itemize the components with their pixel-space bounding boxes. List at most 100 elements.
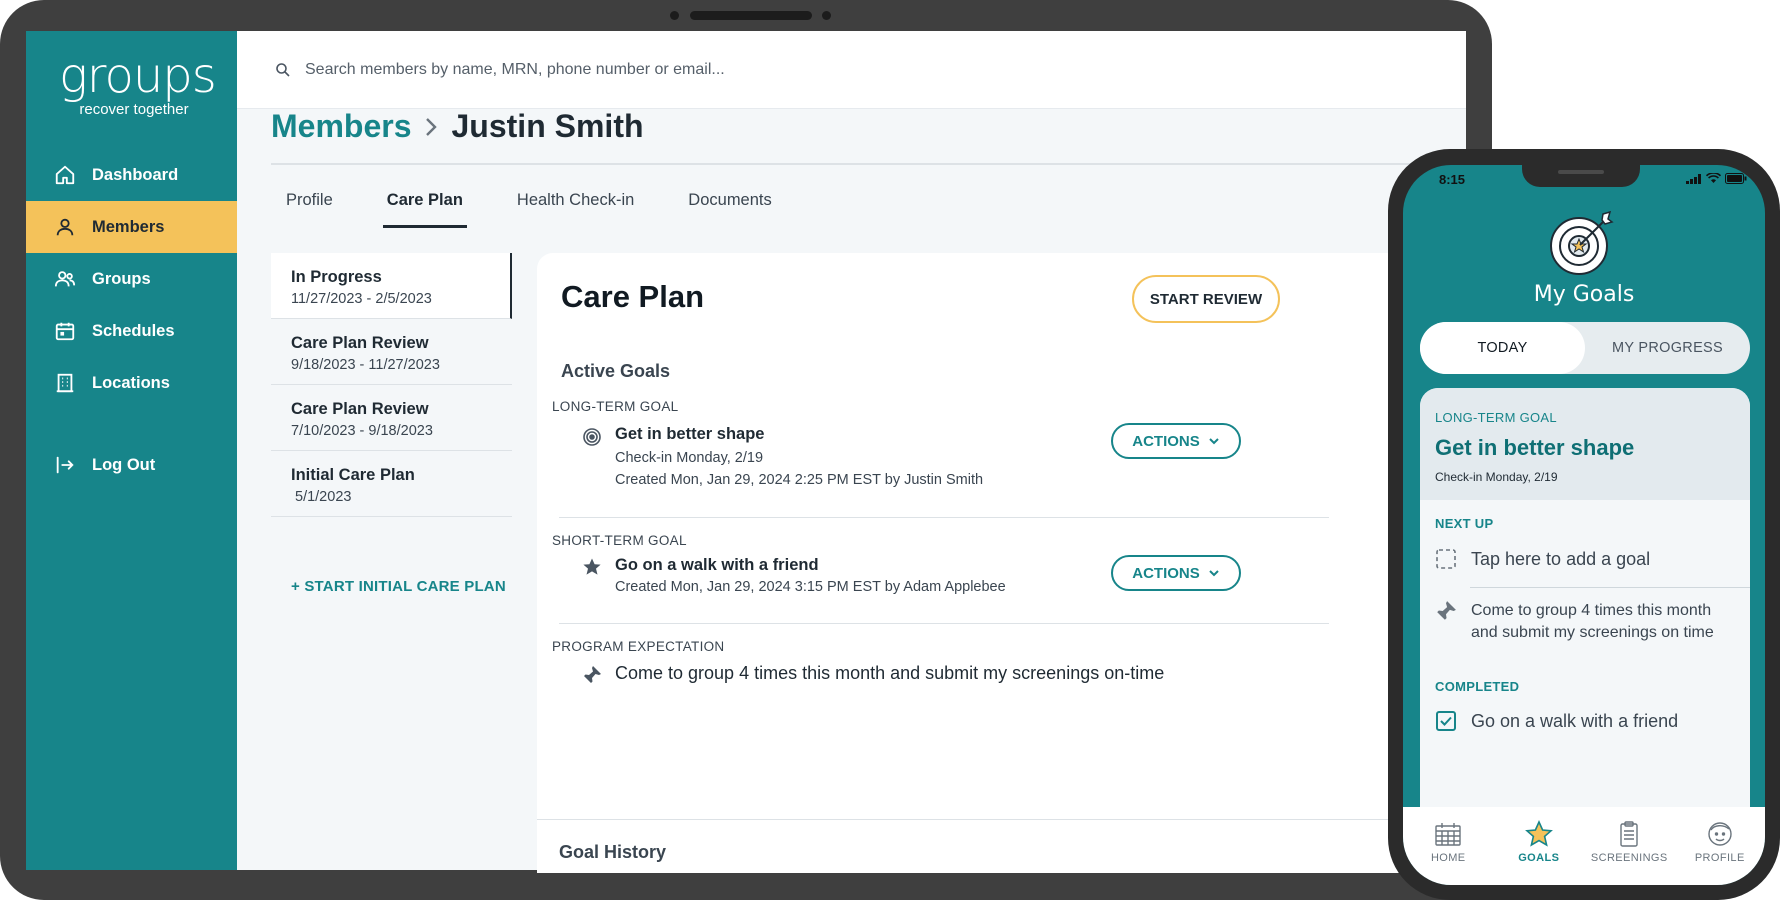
history-dates: 9/18/2023 - 11/27/2023 xyxy=(291,357,440,373)
short-term-goal-label: SHORT-TERM GOAL xyxy=(552,533,687,548)
expectation-text: Come to group 4 times this month and sub… xyxy=(1471,602,1714,641)
completed-goal-text: Go on a walk with a friend xyxy=(1471,711,1679,731)
expectation-row: Come to group 4 times this month and sub… xyxy=(1435,600,1735,644)
add-goal-row[interactable]: Tap here to add a goal xyxy=(1435,548,1650,570)
users-icon xyxy=(54,271,76,287)
signal-icon xyxy=(1686,173,1701,184)
sidebar-item-label: Groups xyxy=(92,269,151,288)
tab-health-check-in[interactable]: Health Check-in xyxy=(502,186,649,228)
building-icon xyxy=(56,373,74,393)
tab-home[interactable]: HOME xyxy=(1403,807,1494,885)
face-icon xyxy=(1708,822,1732,846)
tab-label: HOME xyxy=(1430,852,1466,864)
long-term-goal-title: Get in better shape xyxy=(615,425,765,443)
sidebar-item-label: Members xyxy=(92,217,165,236)
home-icon xyxy=(55,165,75,185)
history-title: In Progress xyxy=(291,268,382,286)
sidebar-item-groups[interactable]: Groups xyxy=(26,253,237,305)
long-term-goal-checkin: Check-in Monday, 2/19 xyxy=(1435,470,1558,484)
tab-documents[interactable]: Documents xyxy=(673,186,786,228)
program-expectation-label: PROGRAM EXPECTATION xyxy=(552,639,725,654)
segment-my-progress[interactable]: MY PROGRESS xyxy=(1585,322,1750,374)
logo-wordmark: groups xyxy=(59,48,217,104)
history-dates: 7/10/2023 - 9/18/2023 xyxy=(291,423,433,439)
mobile-app-screen: 8:15 My Goals TODAY MY PROGRESS LONG-TER… xyxy=(1403,165,1765,885)
long-term-actions-button[interactable]: ACTIONS xyxy=(1111,423,1241,459)
speaker-bar xyxy=(1558,170,1604,174)
my-goals-title: My Goals xyxy=(1533,282,1635,307)
tab-label: PROFILE xyxy=(1694,852,1745,864)
search-input[interactable] xyxy=(305,60,1005,79)
completed-goal-row[interactable]: Go on a walk with a friend xyxy=(1435,710,1678,732)
completed-heading: COMPLETED xyxy=(1435,679,1520,694)
long-term-goal-label: LONG-TERM GOAL xyxy=(552,399,679,414)
sidebar-item-label: Schedules xyxy=(92,321,175,340)
list-item[interactable]: Care Plan Review 7/10/2023 - 9/18/2023 xyxy=(271,385,512,451)
sidebar-item-members[interactable]: Members xyxy=(26,201,237,253)
groups-logo[interactable]: groups recover together xyxy=(59,48,217,119)
history-title: Care Plan Review xyxy=(291,400,429,418)
tab-care-plan[interactable]: Care Plan xyxy=(372,186,478,228)
divider xyxy=(559,623,1329,624)
sidebar-item-schedules[interactable]: Schedules xyxy=(26,305,237,357)
phone-notch xyxy=(1522,165,1640,187)
long-term-goal-card[interactable]: LONG-TERM GOAL Get in better shape Check… xyxy=(1420,388,1750,500)
user-icon xyxy=(56,218,74,236)
laptop-frame: groups recover together Dashboard Member… xyxy=(0,0,1492,900)
top-search-bar xyxy=(237,31,1466,109)
history-dates: 5/1/2023 xyxy=(295,489,352,505)
history-title: Care Plan Review xyxy=(291,334,429,352)
care-plan-title: Care Plan xyxy=(561,279,705,314)
page-title: Justin Smith xyxy=(451,108,644,144)
chevron-right-icon xyxy=(424,116,438,138)
tab-goals[interactable]: GOALS xyxy=(1494,807,1585,885)
short-term-actions-button[interactable]: ACTIONS xyxy=(1111,555,1241,591)
camera-dot xyxy=(822,11,831,20)
long-term-goal-title: Get in better shape xyxy=(1435,435,1635,460)
list-item[interactable]: In Progress 11/27/2023 - 2/5/2023 xyxy=(271,253,512,319)
start-initial-care-plan-link[interactable]: + START INITIAL CARE PLAN xyxy=(291,578,506,595)
tab-label: SCREENINGS xyxy=(1590,852,1668,864)
member-tabs: Profile Care Plan Health Check-in Docume… xyxy=(271,186,787,228)
goals-panel: LONG-TERM GOAL Get in better shape Check… xyxy=(1420,388,1750,808)
search-icon xyxy=(276,62,290,77)
tab-screenings[interactable]: SCREENINGS xyxy=(1584,807,1675,885)
long-term-goal-created: Created Mon, Jan 29, 2024 2:25 PM EST by… xyxy=(615,472,984,488)
short-term-goal-title: Go on a walk with a friend xyxy=(615,556,819,574)
sidebar-item-label: Log Out xyxy=(92,455,156,474)
sidebar-item-locations[interactable]: Locations xyxy=(26,357,237,409)
segment-today[interactable]: TODAY xyxy=(1420,322,1585,374)
long-term-goal-checkin: Check-in Monday, 2/19 xyxy=(615,450,764,466)
target-icon xyxy=(583,428,601,446)
actions-label: ACTIONS xyxy=(1132,432,1200,450)
camera-dot xyxy=(670,11,679,20)
list-item[interactable]: Initial Care Plan 5/1/2023 xyxy=(271,451,512,517)
status-icons xyxy=(1686,173,1747,184)
start-review-button[interactable]: START REVIEW xyxy=(1132,275,1280,323)
clipboard-icon xyxy=(1620,821,1638,847)
phone-frame: 8:15 My Goals TODAY MY PROGRESS LONG-TER… xyxy=(1388,149,1780,900)
tab-profile[interactable]: PROFILE xyxy=(1675,807,1766,885)
sidebar-nav: Dashboard Members Groups Schedules Locat… xyxy=(26,149,237,491)
care-plan-history-list: In Progress 11/27/2023 - 2/5/2023 Care P… xyxy=(271,253,512,517)
tab-label: GOALS xyxy=(1518,852,1560,864)
checkbox-checked-icon[interactable] xyxy=(1435,710,1457,732)
tab-profile[interactable]: Profile xyxy=(271,186,348,228)
goal-history-heading: Goal History xyxy=(559,842,667,862)
active-goals-heading: Active Goals xyxy=(561,361,671,381)
sidebar: groups recover together Dashboard Member… xyxy=(26,31,237,870)
program-expectation-text: Come to group 4 times this month and sub… xyxy=(615,663,1165,683)
logout-icon xyxy=(56,456,74,474)
bottom-tab-bar: HOME GOALS SCREENINGS PROFILE xyxy=(1403,807,1765,885)
short-term-goal-created: Created Mon, Jan 29, 2024 3:15 PM EST by… xyxy=(615,579,1006,595)
sidebar-item-label: Dashboard xyxy=(92,165,179,184)
goal-history-section: Goal History xyxy=(537,819,1457,862)
calendar-icon xyxy=(55,322,75,341)
breadcrumb-members-link[interactable]: Members xyxy=(271,108,412,145)
sidebar-item-dashboard[interactable]: Dashboard xyxy=(26,149,237,201)
dashed-square-icon xyxy=(1436,549,1456,569)
breadcrumb: Members Justin Smith xyxy=(271,108,644,145)
list-item[interactable]: Care Plan Review 9/18/2023 - 11/27/2023 xyxy=(271,319,512,385)
add-goal-label: Tap here to add a goal xyxy=(1471,549,1651,569)
sidebar-item-logout[interactable]: Log Out xyxy=(26,439,237,491)
